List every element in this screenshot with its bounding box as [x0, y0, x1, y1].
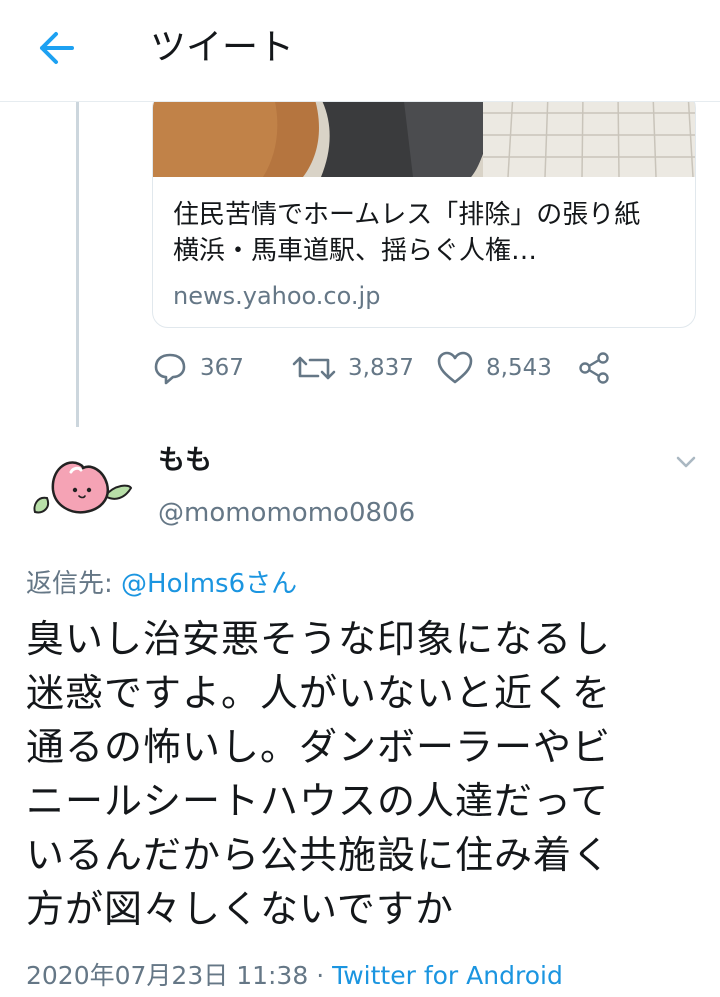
thread-connector-line: [76, 101, 79, 427]
reply-label: 返信先:: [26, 569, 122, 599]
tweet-action-bar: 367 3,837 8,543: [152, 346, 652, 390]
tweet-source-link[interactable]: Twitter for Android: [332, 961, 563, 990]
tweet-meta: 2020年07月23日 11:38 · Twitter for Android: [26, 958, 563, 994]
like-icon: [437, 351, 473, 384]
tweet-timestamp: 2020年07月23日 11:38: [26, 961, 309, 990]
like-count: 8,543: [486, 355, 552, 381]
link-preview-image: [153, 93, 695, 177]
reply-button[interactable]: 367: [152, 346, 244, 390]
link-preview-card[interactable]: 住民苦情でホームレス「排除」の張り紙 横浜・馬車道駅、揺らぐ人権… news.y…: [152, 92, 696, 328]
reply-context: 返信先: @Holms6さん: [26, 566, 297, 602]
retweet-count: 3,837: [348, 355, 414, 381]
peach-avatar-icon: [33, 461, 133, 514]
author-name[interactable]: もも: [158, 443, 212, 479]
back-button[interactable]: [30, 24, 86, 72]
retweet-icon: [292, 356, 336, 380]
chevron-down-icon: [676, 456, 696, 468]
arrow-left-icon: [40, 32, 74, 64]
like-button[interactable]: 8,543: [436, 346, 552, 390]
link-preview-domain: news.yahoo.co.jp: [173, 282, 381, 310]
avatar[interactable]: [27, 434, 137, 544]
reply-mention-link[interactable]: @Holms6さん: [121, 569, 297, 599]
retweet-button[interactable]: 3,837: [292, 346, 414, 390]
reply-count: 367: [200, 355, 244, 381]
tweet-menu-button[interactable]: [670, 448, 702, 476]
app-header: ツイート: [0, 0, 720, 102]
page-title: ツイート: [150, 27, 295, 68]
share-button[interactable]: [576, 346, 612, 390]
link-preview-title: 住民苦情でホームレス「排除」の張り紙 横浜・馬車道駅、揺らぐ人権…: [173, 200, 667, 266]
meta-separator: ·: [308, 961, 333, 990]
reply-icon: [154, 353, 186, 385]
author-handle[interactable]: @momomomo0806: [158, 496, 415, 530]
tweet-text: 臭いし治安悪そうな印象になるし 迷惑ですよ。人がいないと近くを 通るの怖いし。ダ…: [26, 617, 612, 931]
share-icon: [579, 352, 609, 384]
